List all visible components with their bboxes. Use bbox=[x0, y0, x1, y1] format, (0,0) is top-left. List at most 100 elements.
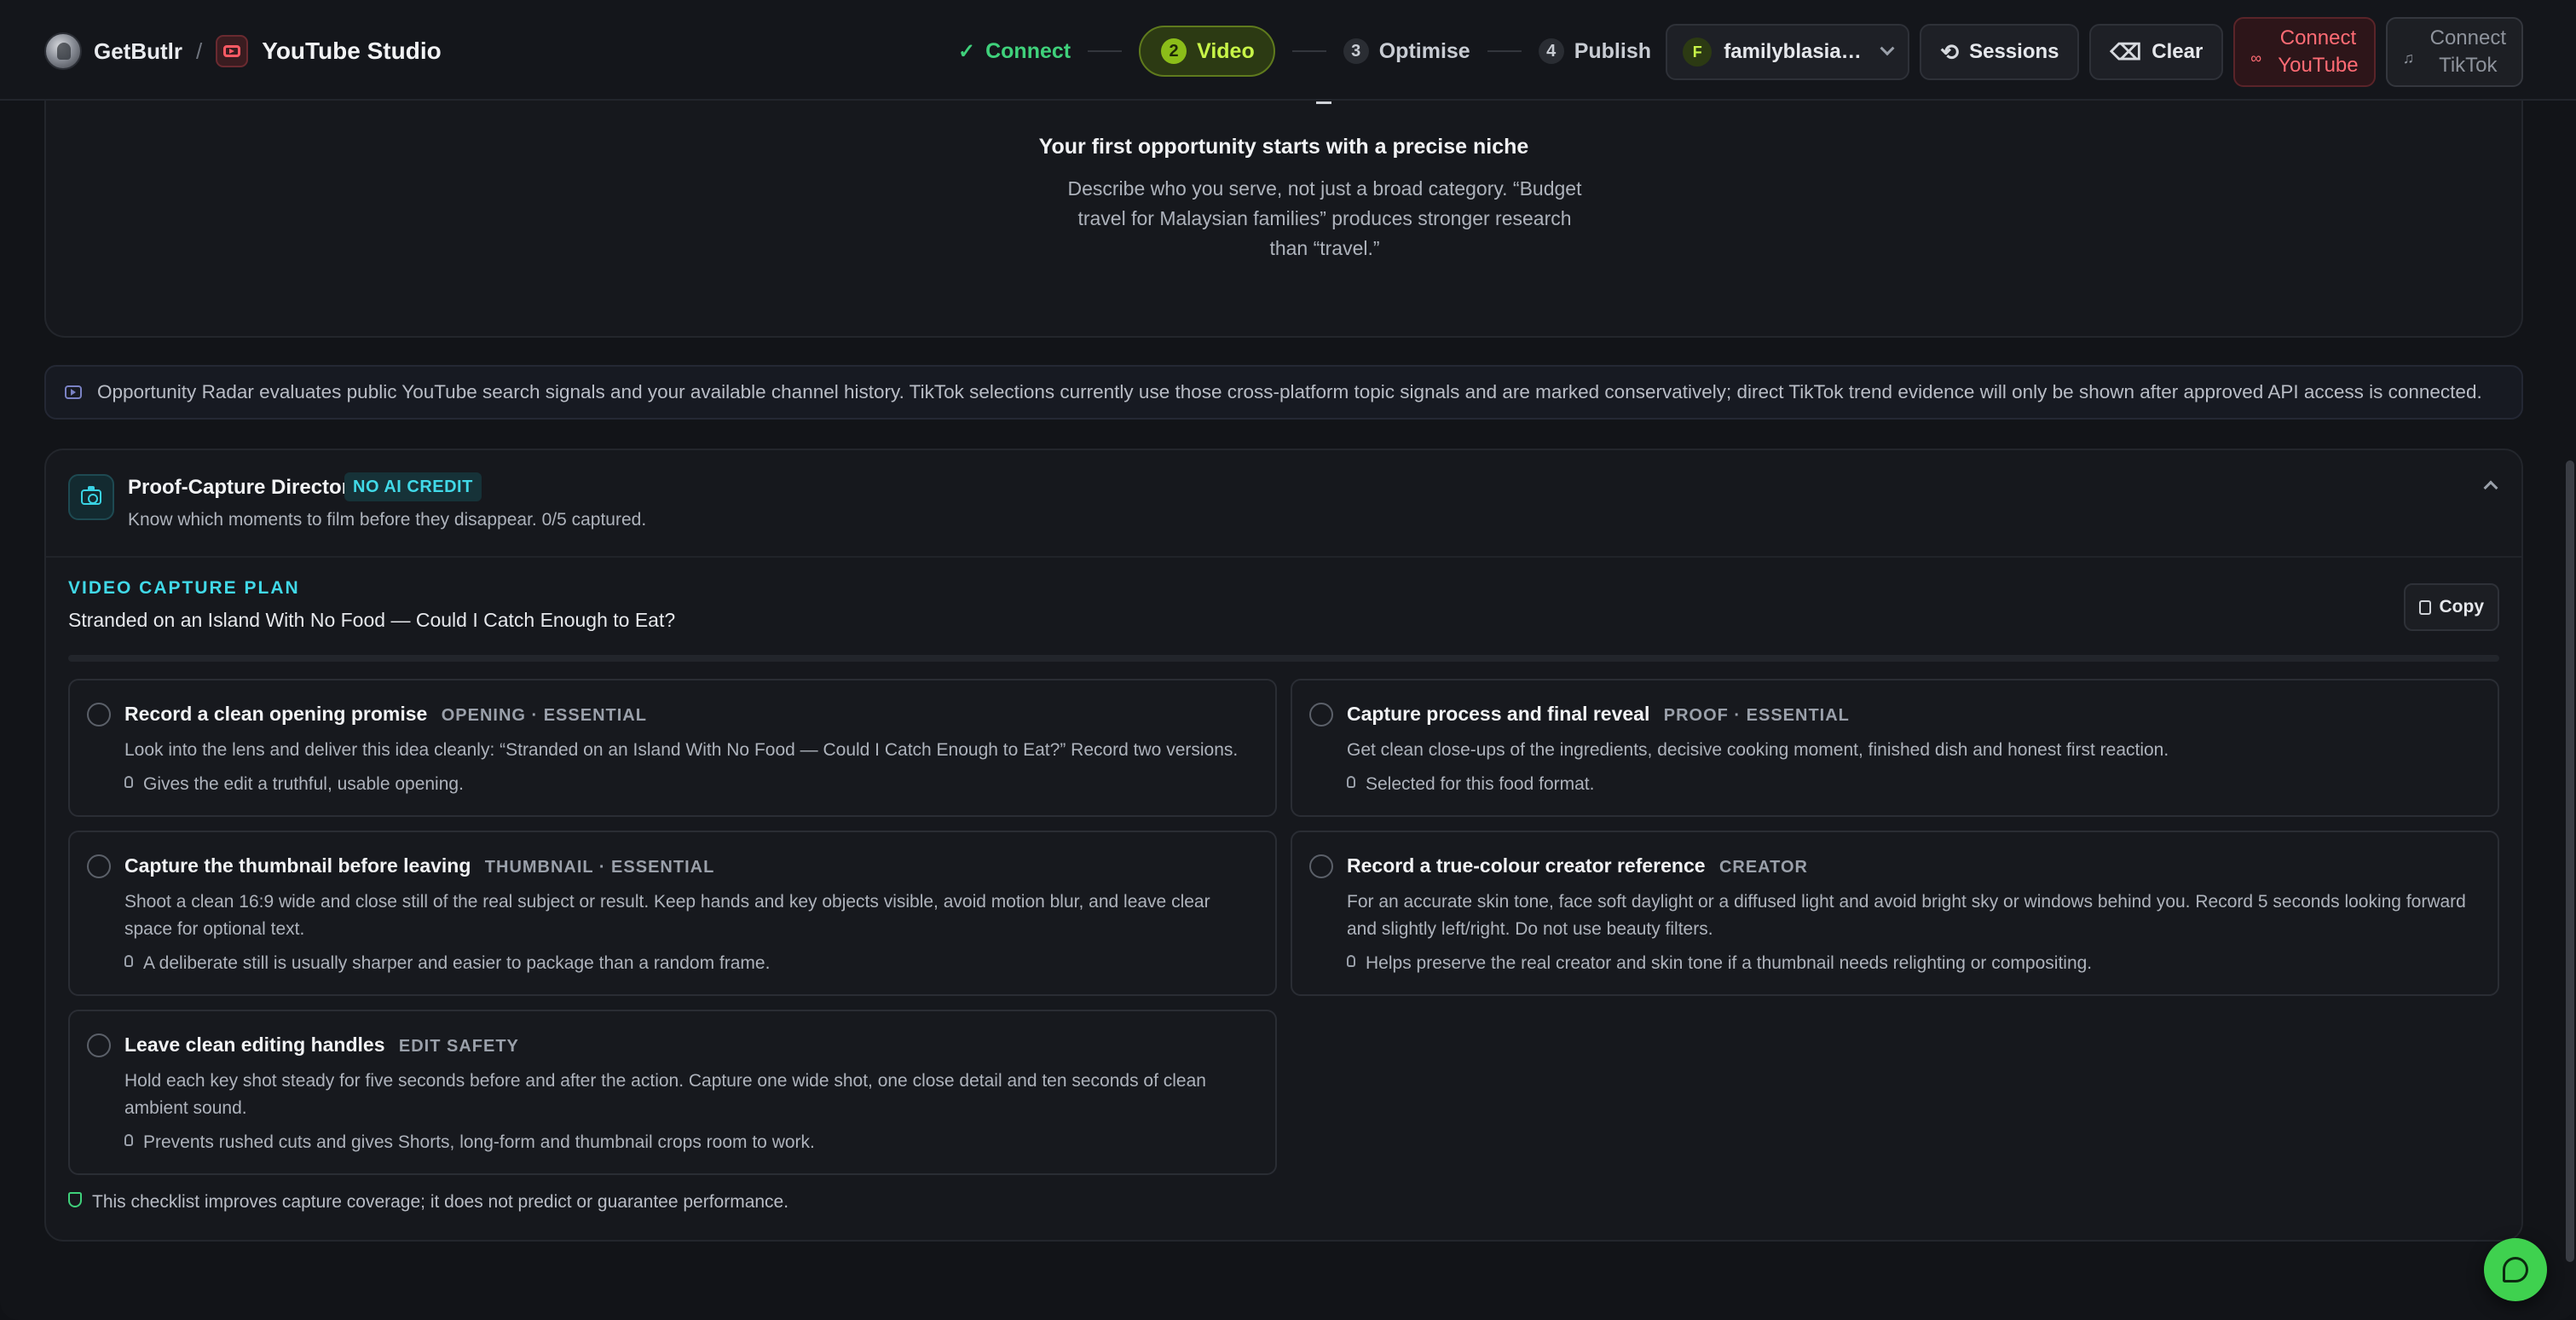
capture-item-reason-text: Helps preserve the real creator and skin… bbox=[1366, 953, 2093, 973]
capture-item-heading: Record a clean opening promise OPENING ·… bbox=[124, 703, 647, 726]
capture-item-reason: Gives the edit a truthful, usable openin… bbox=[124, 774, 464, 795]
lightbulb-icon bbox=[124, 776, 133, 788]
capture-checkbox[interactable] bbox=[87, 1033, 111, 1057]
header-actions: F familyblasian... ⟲ Sessions ⌫ Clear ∞ … bbox=[1666, 17, 2523, 87]
account-selector[interactable]: F familyblasian... bbox=[1666, 24, 1910, 80]
capture-checkbox[interactable] bbox=[87, 854, 111, 878]
lightbulb-icon bbox=[1347, 776, 1355, 788]
clipboard-icon bbox=[2418, 599, 2431, 615]
connect-youtube-line1: Connect bbox=[2279, 26, 2357, 49]
step-label: Video bbox=[1197, 38, 1255, 63]
step-optimise[interactable]: 3 Optimise bbox=[1343, 38, 1470, 64]
director-header[interactable]: Proof-Capture Director NO AI CREDIT Know… bbox=[46, 450, 2521, 558]
capture-item-heading: Capture the thumbnail before leaving THU… bbox=[124, 854, 714, 877]
capture-item-heading: Leave clean editing handles EDIT SAFETY bbox=[124, 1033, 519, 1057]
shield-check-icon bbox=[68, 1192, 82, 1207]
eraser-icon: ⌫ bbox=[2110, 38, 2142, 65]
capture-item-reason-text: Selected for this food format. bbox=[1366, 774, 1595, 794]
page-scrollbar[interactable] bbox=[2566, 460, 2574, 1262]
capture-item-tag: EDIT SAFETY bbox=[398, 1037, 519, 1056]
capture-item-reason-text: A deliberate still is usually sharper an… bbox=[143, 953, 771, 973]
brand-name[interactable]: GetButlr bbox=[94, 38, 182, 65]
check-icon: ✓ bbox=[958, 39, 976, 63]
radar-notice-text: Opportunity Radar evaluates public YouTu… bbox=[97, 381, 2482, 402]
capture-item-reason-text: Prevents rushed cuts and gives Shorts, l… bbox=[143, 1132, 815, 1152]
youtube-icon bbox=[65, 385, 82, 399]
niche-title: Your first opportunity starts with a pre… bbox=[1038, 135, 1529, 159]
capture-item-edit-safety[interactable]: Leave clean editing handles EDIT SAFETY … bbox=[68, 1010, 1277, 1175]
capture-checkbox[interactable] bbox=[1309, 854, 1333, 878]
checklist-disclaimer: This checklist improves capture coverage… bbox=[68, 1192, 788, 1213]
capture-item-tag: THUMBNAIL · ESSENTIAL bbox=[484, 858, 715, 877]
butler-logo-icon[interactable] bbox=[44, 32, 82, 70]
step-publish[interactable]: 4 Publish bbox=[1538, 38, 1651, 64]
camera-icon bbox=[68, 474, 114, 520]
capture-item-description: For an accurate skin tone, face soft day… bbox=[1347, 892, 2466, 939]
capture-item-tag: OPENING · ESSENTIAL bbox=[441, 706, 647, 725]
lightbulb-icon bbox=[1347, 955, 1355, 967]
step-connect[interactable]: ✓ Connect bbox=[958, 39, 1071, 64]
capture-item-reason: Selected for this food format. bbox=[1347, 774, 1594, 795]
plan-kicker: VIDEO CAPTURE PLAN bbox=[68, 578, 300, 598]
plan-title: Stranded on an Island With No Food — Cou… bbox=[68, 609, 676, 631]
capture-item-title: Capture process and final reveal bbox=[1347, 703, 1650, 725]
top-bar: GetButlr / YouTube Studio ✓ Connect 2 Vi… bbox=[0, 0, 2576, 101]
connect-youtube-line2: YouTube bbox=[2278, 54, 2359, 77]
chevron-down-icon bbox=[1880, 41, 1895, 56]
disclaimer-text: This checklist improves capture coverage… bbox=[92, 1192, 789, 1212]
director-subtitle: Know which moments to film before they d… bbox=[128, 510, 647, 530]
copy-button-label: Copy bbox=[2439, 597, 2485, 617]
capture-item-heading: Capture process and final reveal PROOF ·… bbox=[1347, 703, 1850, 726]
capture-item-reason: Prevents rushed cuts and gives Shorts, l… bbox=[124, 1132, 815, 1153]
connect-youtube-button[interactable]: ∞ Connect YouTube bbox=[2233, 17, 2376, 87]
capture-item-description: Hold each key shot steady for five secon… bbox=[124, 1071, 1206, 1118]
tiktok-icon: ♫ bbox=[2402, 49, 2415, 67]
capture-item-title: Capture the thumbnail before leaving bbox=[124, 854, 471, 877]
connect-tiktok-line1: Connect bbox=[2429, 26, 2506, 49]
sessions-button[interactable]: ⟲ Sessions bbox=[1920, 24, 2080, 80]
capture-checkbox[interactable] bbox=[1309, 703, 1333, 727]
capture-item-title: Record a clean opening promise bbox=[124, 703, 428, 725]
capture-item-reason: Helps preserve the real creator and skin… bbox=[1347, 953, 2092, 974]
capture-item-reason-text: Gives the edit a truthful, usable openin… bbox=[143, 774, 464, 794]
capture-item-thumbnail[interactable]: Capture the thumbnail before leaving THU… bbox=[68, 831, 1277, 996]
capture-item-title: Record a true-colour creator reference bbox=[1347, 854, 1706, 877]
clear-button[interactable]: ⌫ Clear bbox=[2089, 24, 2224, 80]
chat-button[interactable] bbox=[2484, 1238, 2547, 1301]
capture-item-description: Shoot a clean 16:9 wide and close still … bbox=[124, 892, 1210, 939]
app-window: Your first opportunity starts with a pre… bbox=[0, 0, 2576, 1320]
capture-progress-bar bbox=[68, 655, 2499, 662]
step-label: Connect bbox=[985, 38, 1071, 63]
studio-title: YouTube Studio bbox=[262, 38, 442, 64]
proof-capture-director: Proof-Capture Director NO AI CREDIT Know… bbox=[44, 449, 2523, 1242]
step-label: Optimise bbox=[1378, 38, 1470, 63]
clear-label: Clear bbox=[2151, 40, 2203, 63]
breadcrumb: GetButlr / YouTube Studio bbox=[44, 27, 442, 75]
chevron-up-icon[interactable] bbox=[2483, 480, 2498, 495]
step-connector bbox=[1088, 50, 1123, 52]
capture-item-description: Look into the lens and deliver this idea… bbox=[124, 740, 1239, 760]
link-icon: ∞ bbox=[2250, 49, 2262, 67]
lightbulb-icon bbox=[124, 1134, 133, 1146]
capture-item-creator[interactable]: Record a true-colour creator reference C… bbox=[1291, 831, 2499, 996]
connect-tiktok-button[interactable]: ♫ Connect TikTok bbox=[2385, 17, 2523, 87]
niche-description: Describe who you serve, not just a broad… bbox=[1067, 177, 1582, 259]
account-name: familyblasian... bbox=[1724, 40, 1869, 63]
capture-checkbox[interactable] bbox=[87, 703, 111, 727]
workflow-stepper: ✓ Connect 2 Video 3 Optimise 4 Publish bbox=[958, 26, 1651, 77]
capture-item-proof[interactable]: Capture process and final reveal PROOF ·… bbox=[1291, 679, 2499, 817]
capture-item-heading: Record a true-colour creator reference C… bbox=[1347, 854, 1808, 877]
step-number: 2 bbox=[1161, 38, 1187, 64]
breadcrumb-separator: / bbox=[196, 38, 203, 64]
step-connector bbox=[1487, 50, 1522, 52]
opportunity-radar-notice: Opportunity Radar evaluates public YouTu… bbox=[44, 365, 2523, 420]
copy-button[interactable]: Copy bbox=[2403, 583, 2499, 631]
connect-tiktok-line2: TikTok bbox=[2439, 54, 2498, 77]
step-number: 3 bbox=[1343, 38, 1369, 64]
no-ai-credit-badge: NO AI CREDIT bbox=[344, 472, 482, 501]
chat-bubble-icon bbox=[2503, 1257, 2528, 1282]
capture-item-opening[interactable]: Record a clean opening promise OPENING ·… bbox=[68, 679, 1277, 817]
step-video[interactable]: 2 Video bbox=[1139, 26, 1275, 77]
history-icon: ⟲ bbox=[1940, 38, 1960, 65]
niche-empty-state: Your first opportunity starts with a pre… bbox=[44, 68, 2523, 338]
